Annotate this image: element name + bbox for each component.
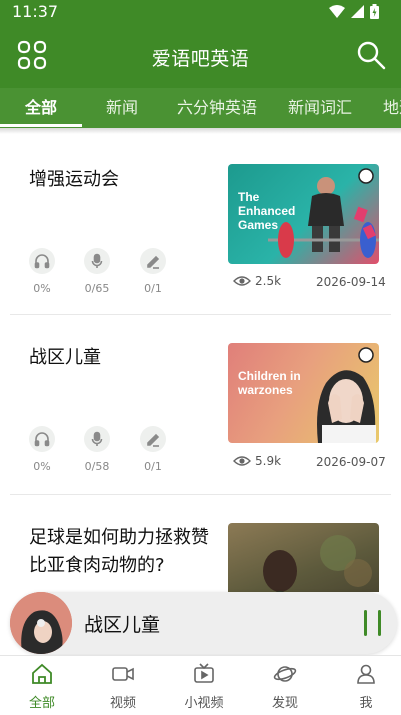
nav-all[interactable]: 全部 bbox=[12, 662, 72, 711]
write-progress: 0/1 bbox=[140, 248, 166, 295]
tab-news[interactable]: 新闻 bbox=[106, 88, 138, 128]
wifi-icon bbox=[329, 5, 345, 18]
active-tab-indicator bbox=[0, 124, 82, 127]
status-bar: 11:37 bbox=[0, 0, 401, 24]
person-icon bbox=[357, 664, 375, 684]
write-value: 0/1 bbox=[144, 460, 162, 473]
disc-artwork bbox=[10, 592, 72, 654]
article-card[interactable]: 足球是如何助力拯救赞比亚食肉动物的? bbox=[0, 494, 401, 592]
search-button[interactable] bbox=[355, 39, 387, 71]
article-title: 战区儿童 bbox=[29, 347, 101, 368]
status-time: 11:37 bbox=[12, 2, 59, 21]
write-progress: 0/1 bbox=[140, 426, 166, 473]
tab-all[interactable]: 全部 bbox=[25, 88, 57, 128]
microphone-icon bbox=[91, 431, 103, 446]
eye-icon bbox=[233, 276, 251, 286]
pause-button[interactable] bbox=[362, 608, 384, 638]
bottom-navigation: 全部 视频 小视频 发现 我 bbox=[0, 655, 401, 715]
view-count: 5.9k bbox=[233, 454, 281, 468]
nav-label: 全部 bbox=[28, 696, 55, 711]
nav-video[interactable]: 视频 bbox=[93, 662, 153, 711]
listen-value: 0% bbox=[33, 282, 51, 295]
nav-discover[interactable]: 发现 bbox=[255, 662, 315, 711]
listen-value: 0% bbox=[33, 460, 51, 473]
headphones-icon bbox=[34, 432, 50, 447]
search-icon bbox=[357, 41, 386, 70]
thumbnail-caption: Children in warzones bbox=[238, 369, 301, 397]
pencil-icon bbox=[147, 255, 160, 269]
article-thumbnail: The Enhanced Games bbox=[228, 164, 379, 264]
pencil-icon bbox=[147, 433, 160, 447]
mini-player[interactable]: 战区儿童 bbox=[10, 592, 397, 654]
system-icons bbox=[329, 4, 379, 19]
view-count-value: 2.5k bbox=[255, 274, 282, 288]
microphone-icon bbox=[91, 253, 103, 268]
speak-value: 0/58 bbox=[84, 460, 110, 473]
thumbnail-caption: The Enhanced Games bbox=[238, 190, 296, 232]
view-count: 2.5k bbox=[233, 274, 281, 288]
signal-icon bbox=[351, 5, 364, 18]
nav-short-video[interactable]: 小视频 bbox=[174, 662, 234, 711]
nav-label: 小视频 bbox=[184, 696, 224, 711]
article-card[interactable]: 增强运动会 0% 0/65 0/1 The Enhanced Games 2.5… bbox=[0, 134, 401, 314]
home-icon bbox=[32, 663, 52, 684]
listen-progress: 0% bbox=[29, 426, 55, 473]
player-title: 战区儿童 bbox=[84, 614, 161, 636]
tv-icon bbox=[194, 663, 214, 683]
speak-progress: 0/65 bbox=[84, 248, 110, 295]
headphones-icon bbox=[34, 254, 50, 269]
battery-icon bbox=[370, 4, 379, 19]
speak-value: 0/65 bbox=[84, 282, 110, 295]
write-value: 0/1 bbox=[144, 282, 162, 295]
category-tabs: 全部 新闻 六分钟英语 新闻词汇 地道 bbox=[0, 88, 401, 128]
listen-progress: 0% bbox=[29, 248, 55, 295]
eye-icon bbox=[233, 456, 251, 466]
tab-six-minute-english[interactable]: 六分钟英语 bbox=[177, 88, 257, 128]
view-count-value: 5.9k bbox=[255, 454, 282, 468]
article-thumbnail: Children in warzones bbox=[228, 343, 379, 443]
pause-icon bbox=[364, 610, 381, 636]
app-header: 爱语吧英语 bbox=[0, 24, 401, 88]
article-thumbnail bbox=[228, 523, 379, 592]
planet-icon bbox=[273, 666, 297, 682]
nav-label: 发现 bbox=[271, 696, 298, 711]
app-title: 爱语吧英语 bbox=[151, 48, 250, 70]
video-icon bbox=[112, 667, 134, 681]
nav-me[interactable]: 我 bbox=[336, 662, 396, 711]
article-card[interactable]: 战区儿童 0% 0/58 0/1 Children in warzones 5.… bbox=[0, 314, 401, 494]
tab-news-vocabulary[interactable]: 新闻词汇 bbox=[288, 88, 352, 128]
nav-label: 视频 bbox=[109, 696, 136, 711]
article-title: 增强运动会 bbox=[29, 169, 119, 190]
publish-date: 2026-09-14 bbox=[316, 275, 386, 289]
album-disc[interactable] bbox=[10, 592, 72, 654]
tab-authentic[interactable]: 地道 bbox=[383, 88, 401, 128]
publish-date: 2026-09-07 bbox=[316, 455, 386, 469]
speak-progress: 0/58 bbox=[84, 426, 110, 473]
article-title: 足球是如何助力拯救赞比亚食肉动物的? bbox=[29, 527, 209, 576]
man-image bbox=[263, 535, 372, 592]
nav-label: 我 bbox=[359, 696, 373, 711]
